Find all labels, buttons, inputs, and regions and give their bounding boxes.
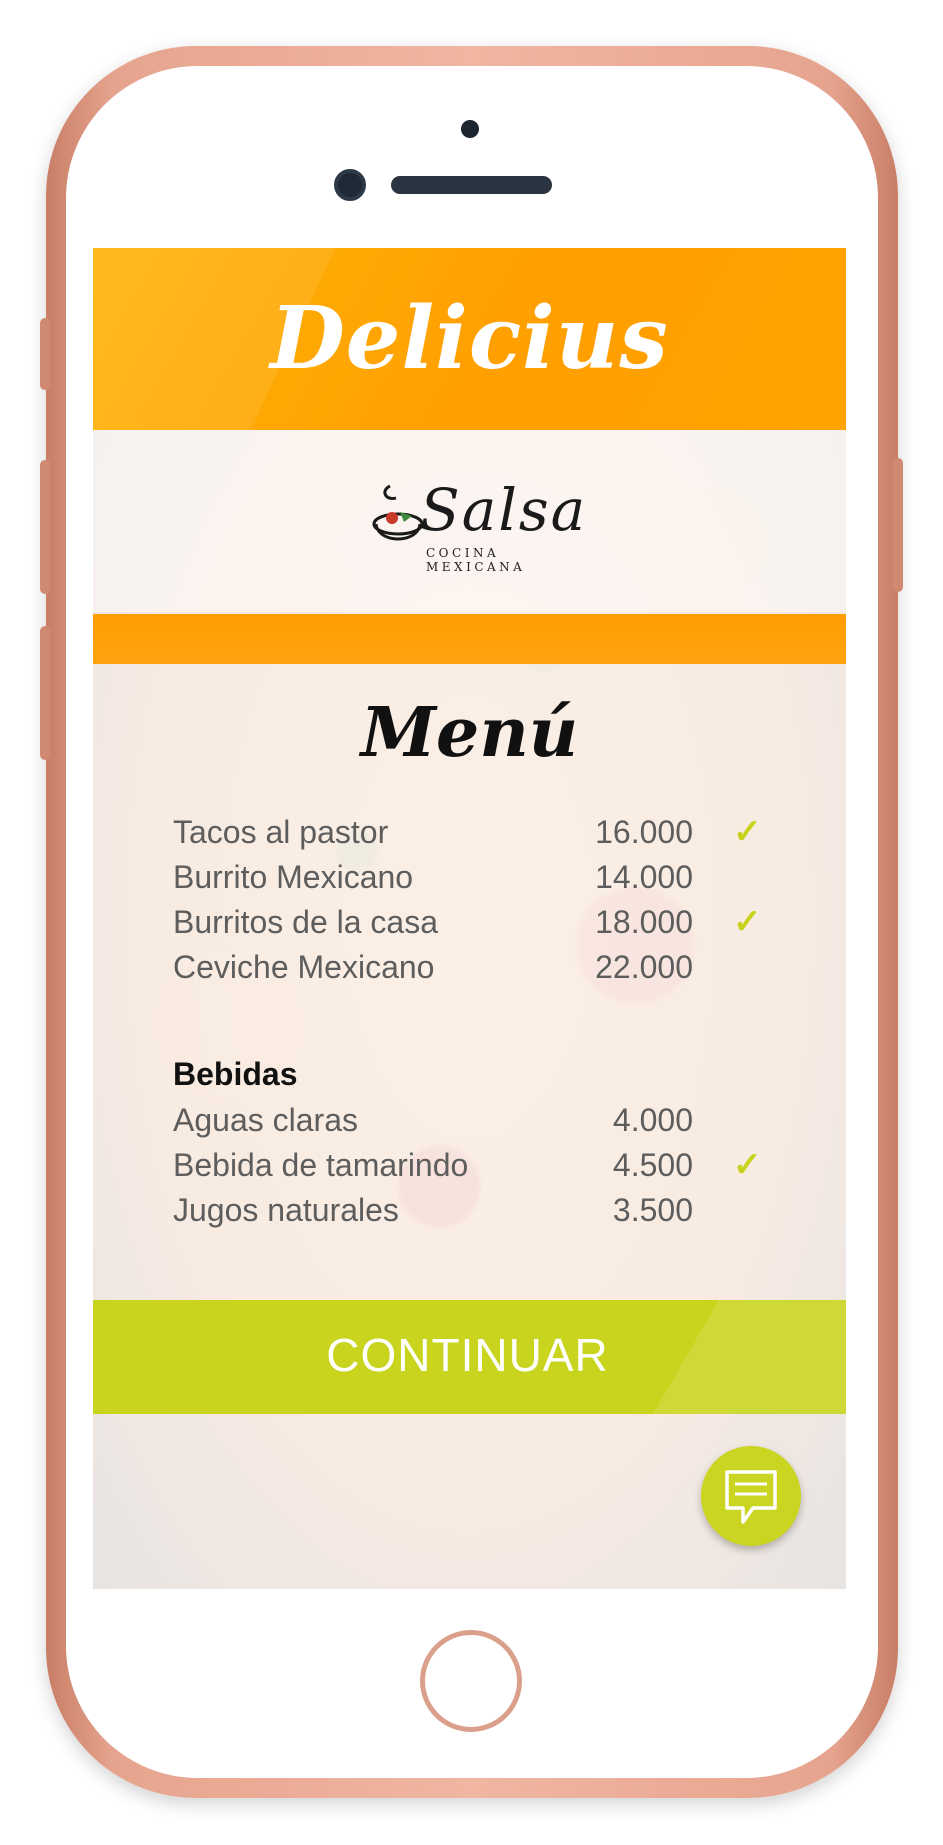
item-price: 4.500 bbox=[612, 1147, 693, 1183]
item-name: Aguas claras bbox=[173, 1102, 358, 1138]
checkmark-icon: ✓ bbox=[733, 903, 762, 941]
divider-band bbox=[93, 614, 846, 664]
drink-item[interactable]: Aguas claras 4.000 bbox=[173, 1098, 693, 1143]
item-name: Bebida de tamarindo bbox=[173, 1147, 469, 1183]
item-name: Ceviche Mexicano bbox=[173, 949, 435, 985]
app-title: Delicius bbox=[270, 288, 669, 389]
restaurant-logo: Salsa COCINA MEXICANA bbox=[370, 476, 590, 574]
app-screen: Delicius Salsa COCINA MEXICANA Menú Taco… bbox=[93, 248, 846, 1589]
app-header: Delicius bbox=[93, 248, 846, 430]
drinks-list: Aguas claras 4.000 Bebida de tamarindo 4… bbox=[173, 1098, 693, 1233]
menu-item[interactable]: Ceviche Mexicano 22.000 bbox=[173, 945, 693, 990]
logo-wordmark: Salsa bbox=[420, 476, 588, 544]
menu-title: Menú bbox=[360, 693, 579, 773]
item-price: 4.000 bbox=[612, 1102, 693, 1138]
menu-list: Tacos al pastor 16.000 Burrito Mexicano … bbox=[173, 810, 693, 990]
volume-down-button bbox=[40, 626, 50, 760]
volume-switch bbox=[40, 318, 50, 390]
earpiece-speaker bbox=[391, 176, 552, 194]
continue-button[interactable]: CONTINUAR bbox=[93, 1300, 846, 1414]
checkmark-icon: ✓ bbox=[733, 1146, 762, 1184]
menu-item[interactable]: Tacos al pastor 16.000 bbox=[173, 810, 693, 855]
chat-bubble-icon bbox=[725, 1470, 777, 1524]
power-button bbox=[893, 458, 903, 592]
home-button[interactable] bbox=[420, 1630, 522, 1732]
item-price: 14.000 bbox=[595, 859, 693, 895]
logo-tagline: COCINA MEXICANA bbox=[426, 546, 526, 574]
item-name: Jugos naturales bbox=[173, 1192, 399, 1228]
item-price: 16.000 bbox=[595, 814, 693, 850]
menu-item[interactable]: Burrito Mexicano 14.000 bbox=[173, 855, 693, 900]
menu-item[interactable]: Burritos de la casa 18.000 bbox=[173, 900, 693, 945]
continue-button-label: CONTINUAR bbox=[326, 1329, 609, 1381]
volume-up-button bbox=[40, 460, 50, 594]
item-price: 22.000 bbox=[595, 949, 693, 985]
item-price: 18.000 bbox=[595, 904, 693, 940]
checkmark-icon: ✓ bbox=[733, 813, 762, 851]
chat-button[interactable] bbox=[701, 1446, 801, 1546]
item-name: Tacos al pastor bbox=[173, 814, 389, 850]
drink-item[interactable]: Jugos naturales 3.500 bbox=[173, 1188, 693, 1233]
item-name: Burritos de la casa bbox=[173, 904, 439, 940]
drinks-section-title: Bebidas bbox=[173, 1056, 298, 1092]
front-camera bbox=[334, 169, 366, 201]
item-price: 3.500 bbox=[612, 1192, 693, 1228]
sensor-dot bbox=[461, 120, 479, 138]
item-name: Burrito Mexicano bbox=[173, 859, 414, 895]
drink-item[interactable]: Bebida de tamarindo 4.500 bbox=[173, 1143, 693, 1188]
